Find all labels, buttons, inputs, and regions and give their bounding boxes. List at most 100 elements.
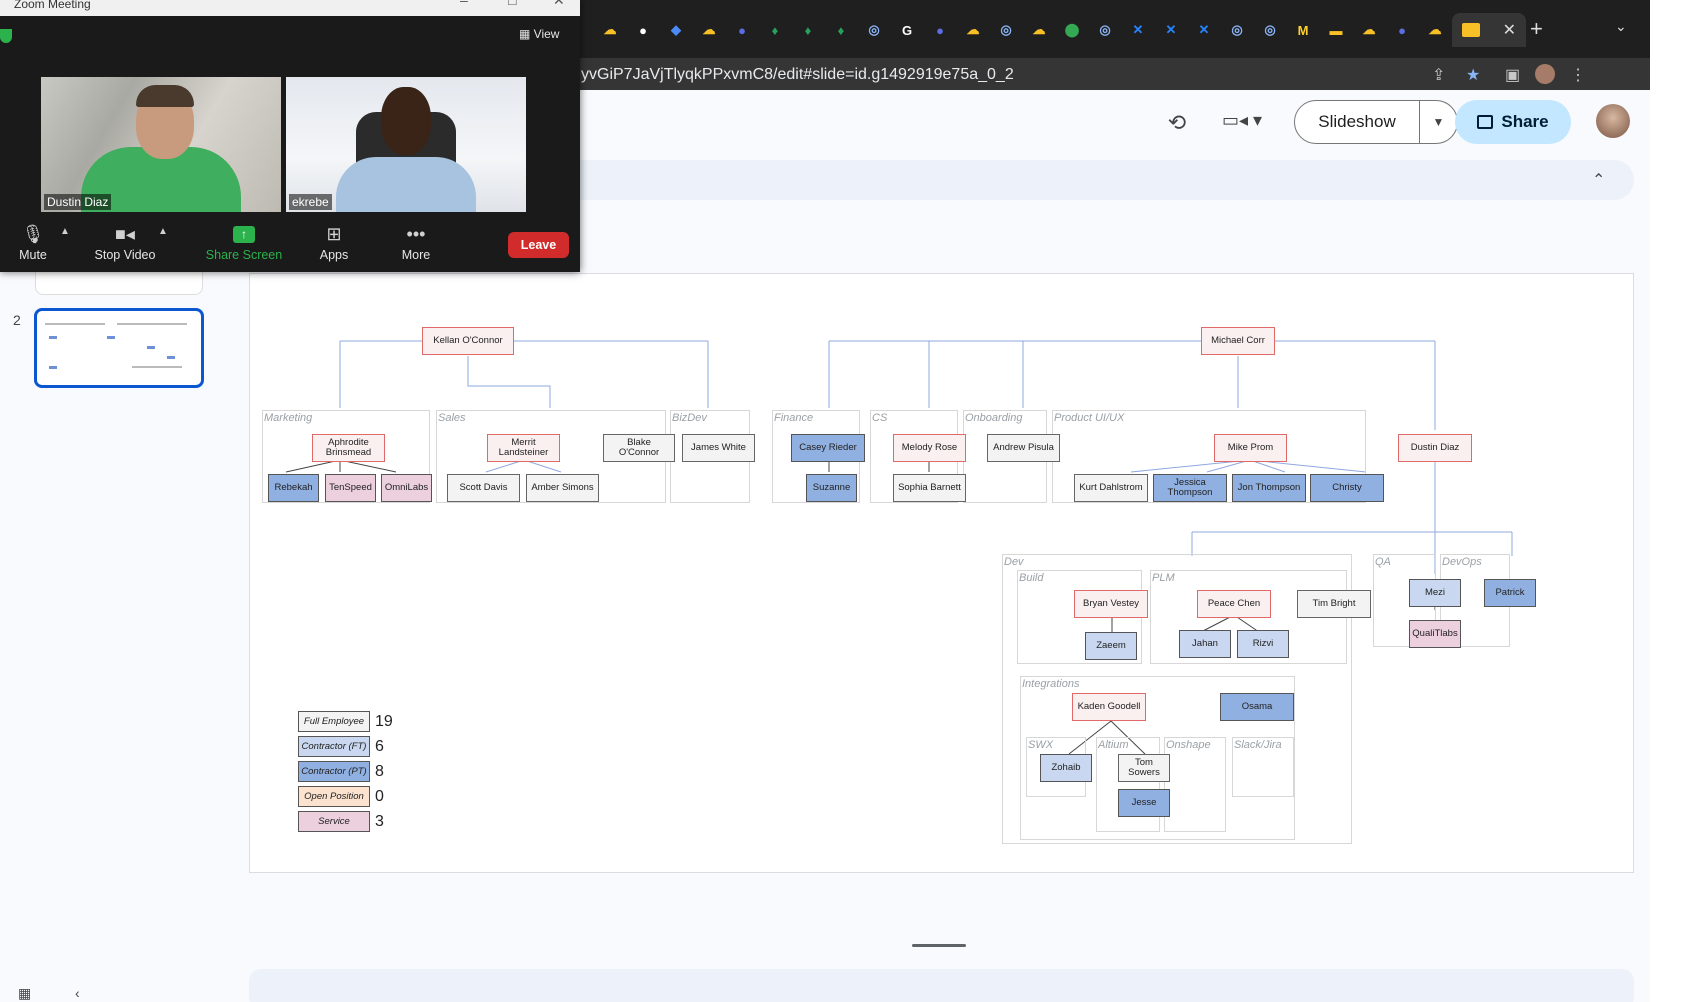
encryption-shield-icon[interactable]: [0, 29, 12, 43]
tab-active-slides[interactable]: ✕: [1452, 13, 1526, 47]
org-node[interactable]: Sophia Barnett: [893, 474, 966, 502]
view-button[interactable]: ▦ View: [519, 27, 559, 41]
org-node[interactable]: Merrit Landsteiner: [487, 434, 560, 462]
org-node[interactable]: Blake O'Connor: [603, 434, 675, 462]
org-node[interactable]: Casey Rieder: [791, 434, 865, 462]
org-node[interactable]: Michael Corr: [1201, 327, 1275, 355]
org-node[interactable]: Scott Davis: [447, 474, 520, 502]
chrome-icon[interactable]: ◎: [1260, 20, 1280, 40]
notes-resize-handle[interactable]: [912, 944, 966, 947]
cloud-icon[interactable]: ☁: [963, 20, 983, 40]
profile-avatar-icon[interactable]: [1535, 64, 1555, 84]
org-node[interactable]: Kaden Goodell: [1072, 693, 1146, 721]
org-node[interactable]: James White: [682, 434, 755, 462]
org-node[interactable]: Christy: [1310, 474, 1384, 502]
org-node[interactable]: OmniLabs: [381, 474, 432, 502]
maximize-icon[interactable]: □: [508, 0, 516, 7]
org-node[interactable]: Jahan: [1179, 630, 1231, 658]
org-node[interactable]: Andrew Pisula: [987, 434, 1060, 462]
version-history-icon[interactable]: ⟲: [1163, 110, 1191, 138]
org-node[interactable]: Suzanne: [806, 474, 857, 502]
cloud-icon[interactable]: ☁: [699, 20, 719, 40]
chrome-icon[interactable]: ◎: [1227, 20, 1247, 40]
jira-icon[interactable]: ◆: [666, 20, 686, 40]
org-node[interactable]: Osama: [1220, 693, 1294, 721]
cloud-icon[interactable]: ☁: [1359, 20, 1379, 40]
slideshow-button[interactable]: Slideshow: [1294, 100, 1420, 144]
cloud-icon[interactable]: ☁: [600, 20, 620, 40]
kebab-menu-icon[interactable]: ⋮: [1570, 65, 1586, 85]
github-icon[interactable]: ●: [633, 20, 653, 40]
stop-video-button[interactable]: ■◂ Stop Video: [90, 224, 160, 262]
leaf-icon[interactable]: ♦: [765, 20, 785, 40]
more-button[interactable]: ••• More: [398, 224, 434, 262]
close-window-icon[interactable]: ✕: [553, 0, 565, 7]
chrome-icon[interactable]: ◎: [1095, 20, 1115, 40]
url-text[interactable]: yvGiP7JaVjTlyqkPPxvmC8/edit#slide=id.g14…: [581, 66, 1014, 84]
circle-icon[interactable]: ●: [732, 20, 752, 40]
chrome-icon[interactable]: ◎: [996, 20, 1016, 40]
org-node[interactable]: Tom Sowers: [1118, 754, 1170, 782]
confluence-icon[interactable]: ✕: [1128, 20, 1148, 40]
circle-icon[interactable]: ●: [930, 20, 950, 40]
side-panel-icon[interactable]: ▣: [1505, 65, 1520, 85]
circle-icon[interactable]: ●: [1392, 20, 1412, 40]
tab-search-icon[interactable]: ⌄: [1615, 18, 1627, 35]
zoom-meeting-window[interactable]: Zoom Meeting – □ ✕ ▦ View Dustin Diaz ek…: [0, 0, 580, 272]
org-node[interactable]: Melody Rose: [893, 434, 966, 462]
org-node[interactable]: Aphrodite Brinsmead: [312, 434, 385, 462]
org-node[interactable]: Dustin Diaz: [1398, 434, 1472, 462]
leaf-icon[interactable]: ♦: [831, 20, 851, 40]
slideshow-dropdown-icon[interactable]: ▼: [1420, 100, 1458, 144]
org-node[interactable]: Patrick: [1484, 579, 1536, 607]
close-tab-icon[interactable]: ✕: [1503, 20, 1516, 40]
miro-icon[interactable]: M: [1293, 20, 1313, 40]
org-node[interactable]: Jon Thompson: [1232, 474, 1306, 502]
org-node[interactable]: Mezi: [1409, 579, 1461, 607]
user-avatar[interactable]: [1596, 104, 1630, 138]
participant-video-tile[interactable]: Dustin Diaz: [41, 77, 281, 212]
meet-camera-icon[interactable]: ▭◂ ▾: [1222, 110, 1274, 138]
org-node[interactable]: Mike Prom: [1214, 434, 1287, 462]
share-button[interactable]: Share: [1455, 100, 1571, 144]
org-node[interactable]: Rizvi: [1237, 630, 1289, 658]
org-node[interactable]: Kellan O'Connor: [422, 327, 514, 355]
org-node[interactable]: Jessica Thompson: [1153, 474, 1227, 502]
speaker-notes[interactable]: [249, 969, 1634, 1002]
zoom-titlebar[interactable]: Zoom Meeting – □ ✕: [0, 0, 580, 16]
org-node[interactable]: Bryan Vestey: [1074, 590, 1148, 618]
chrome-icon[interactable]: ◎: [864, 20, 884, 40]
bookmark-star-icon[interactable]: ★: [1466, 65, 1480, 85]
org-node[interactable]: TenSpeed: [325, 474, 376, 502]
slides-icon[interactable]: ▬: [1326, 20, 1346, 40]
org-node[interactable]: Kurt Dahlstrom: [1074, 474, 1148, 502]
org-node[interactable]: Rebekah: [268, 474, 319, 502]
share-page-icon[interactable]: ⇪: [1432, 65, 1445, 85]
mute-button[interactable]: 🎙︎ Mute: [14, 224, 52, 262]
leave-button[interactable]: Leave: [508, 232, 569, 258]
chevron-left-icon[interactable]: ‹: [75, 985, 80, 1001]
collapse-toolbar-icon[interactable]: ⌃: [1592, 170, 1605, 190]
org-node[interactable]: Amber Simons: [526, 474, 599, 502]
slide-thumbnail-2[interactable]: [34, 308, 204, 388]
grid-view-icon[interactable]: ▦: [18, 985, 31, 1002]
org-node[interactable]: Zohaib: [1040, 754, 1092, 782]
minimize-icon[interactable]: –: [460, 0, 468, 7]
new-tab-button[interactable]: +: [1530, 16, 1543, 42]
org-node[interactable]: Peace Chen: [1197, 590, 1271, 618]
audio-options-caret-icon[interactable]: ▲: [60, 226, 70, 237]
org-node[interactable]: Tim Bright: [1297, 590, 1371, 618]
video-options-caret-icon[interactable]: ▲: [158, 226, 168, 237]
slide-canvas[interactable]: Marketing Sales BizDev Finance CS Onboar…: [249, 273, 1634, 873]
org-node[interactable]: Zaeem: [1085, 632, 1137, 660]
org-node[interactable]: QualiTlabs: [1409, 620, 1461, 648]
cloud-icon[interactable]: ☁: [1029, 20, 1049, 40]
share-screen-button[interactable]: ↑ Share Screen: [205, 224, 283, 262]
google-icon[interactable]: G: [897, 20, 917, 40]
org-node[interactable]: Jesse: [1118, 789, 1170, 817]
leaf-icon[interactable]: ♦: [798, 20, 818, 40]
cloud-icon[interactable]: ☁: [1425, 20, 1445, 40]
apps-button[interactable]: ⊞ Apps: [316, 224, 352, 262]
confluence-icon[interactable]: ✕: [1161, 20, 1181, 40]
maps-icon[interactable]: ⬤: [1062, 20, 1082, 40]
